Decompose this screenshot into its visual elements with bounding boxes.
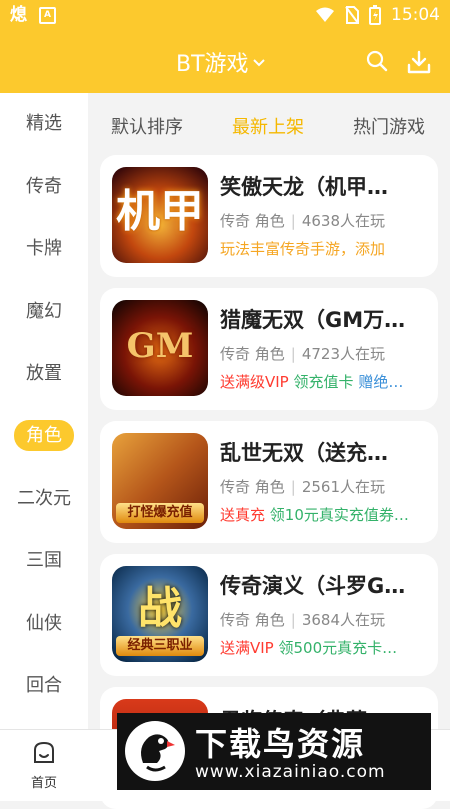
game-icon-ribbon: 经典三职业 [116,636,204,656]
game-card[interactable]: GM 猎魔无双（GM万… 传奇 角色 | 4723人在玩 送满级VIP 领充值卡 赠… [100,288,438,410]
game-meta: 传奇 角色 | 3684人在玩 [220,611,386,629]
clock: 15:04 [391,5,440,25]
page-title: BT游戏 [176,52,249,77]
search-icon[interactable] [366,50,388,72]
game-title: 乱世无双（送充… [220,441,388,465]
app-header: BT游戏 [0,30,450,93]
game-title: 笑傲天龙（机甲… [220,175,388,199]
site-watermark: 下载鸟资源 www.xiazainiao.com [117,713,431,790]
sidebar-item-erciyuan[interactable]: 二次元 [0,479,88,519]
sidebar-item-fangzhi[interactable]: 放置 [0,354,88,394]
sidebar-item-chuanqi[interactable]: 传奇 [0,167,88,207]
sidebar-item-sanguo[interactable]: 三国 [0,541,88,581]
game-players: 4638人在玩 [301,212,386,230]
chevron-down-icon [252,59,265,67]
status-bar: 熄 A 15:04 [0,0,450,30]
game-title: 猎魔无双（GM万… [220,308,406,332]
game-icon: 机甲 [112,167,208,263]
game-meta: 传奇 角色 | 4638人在玩 [220,212,386,230]
nav-home[interactable]: 首页 [22,740,66,791]
sort-tabs: 默认排序 最新上架 热门游戏 [88,93,450,155]
download-icon[interactable] [406,49,432,75]
game-meta: 传奇 角色 | 2561人在玩 [220,478,386,496]
notification-icon: A [39,6,56,24]
tab-default-sort[interactable]: 默认排序 [111,113,183,139]
game-tags: 传奇 角色 [220,212,285,230]
wifi-icon [316,7,334,22]
hot-icon: 熄 [10,5,27,25]
game-players: 2561人在玩 [301,478,386,496]
tab-popular[interactable]: 热门游戏 [353,113,425,139]
sidebar-item-juese[interactable]: 角色 [0,416,88,456]
sidebar-item-jingxuan[interactable]: 精选 [0,104,88,144]
sidebar-item-kapai[interactable]: 卡牌 [0,229,88,269]
game-tags: 传奇 角色 [220,478,285,496]
category-sidebar: 精选 传奇 卡牌 魔幻 放置 角色 二次元 三国 仙侠 回合 [0,93,88,729]
game-players: 4723人在玩 [301,345,386,363]
game-icon: GM [112,300,208,396]
game-promo: 送真充 领10元真实充值券… [220,506,409,524]
battery-icon [369,5,381,25]
game-tags: 传奇 角色 [220,611,285,629]
game-icon: 战 经典三职业 [112,566,208,662]
game-icon: 打怪爆充值 [112,433,208,529]
watermark-title: 下载鸟资源 [195,725,366,763]
game-meta: 传奇 角色 | 4723人在玩 [220,345,386,363]
watermark-url: www.xiazainiao.com [195,762,386,782]
game-promo: 送满级VIP 领充值卡 赠绝… [220,373,404,391]
game-icon-art-text: 战 [138,583,182,634]
game-promo: 送满VIP 领500元真充卡… [220,639,398,657]
sidebar-item-huihe[interactable]: 回合 [0,666,88,706]
tab-newest[interactable]: 最新上架 [232,113,304,139]
game-card[interactable]: 战 经典三职业 传奇演义（斗罗G… 传奇 角色 | 3684人在玩 送满VIP 领5… [100,554,438,676]
sidebar-item-mohuan[interactable]: 魔幻 [0,292,88,332]
game-promo: 玩法丰富传奇手游，添加 [220,240,386,258]
game-icon-art-text: 打怪爆充值 [116,503,204,523]
sidebar-item-xianxia[interactable]: 仙侠 [0,604,88,644]
bird-logo-icon [125,721,185,781]
game-icon-art-text: GM [126,326,194,366]
category-selector[interactable]: BT游戏 [176,46,265,78]
game-players: 3684人在玩 [301,611,386,629]
no-sim-icon [345,6,359,24]
game-tags: 传奇 角色 [220,345,285,363]
game-card[interactable]: 机甲 笑傲天龙（机甲… 传奇 角色 | 4638人在玩 玩法丰富传奇手游，添加 [100,155,438,277]
game-icon-art-text: 机甲 [116,186,204,237]
home-icon [34,741,54,763]
game-title: 传奇演义（斗罗G… [220,574,406,598]
nav-home-label: 首页 [30,776,57,791]
game-card[interactable]: 打怪爆充值 乱世无双（送充… 传奇 角色 | 2561人在玩 送真充 领10元真实充… [100,421,438,543]
